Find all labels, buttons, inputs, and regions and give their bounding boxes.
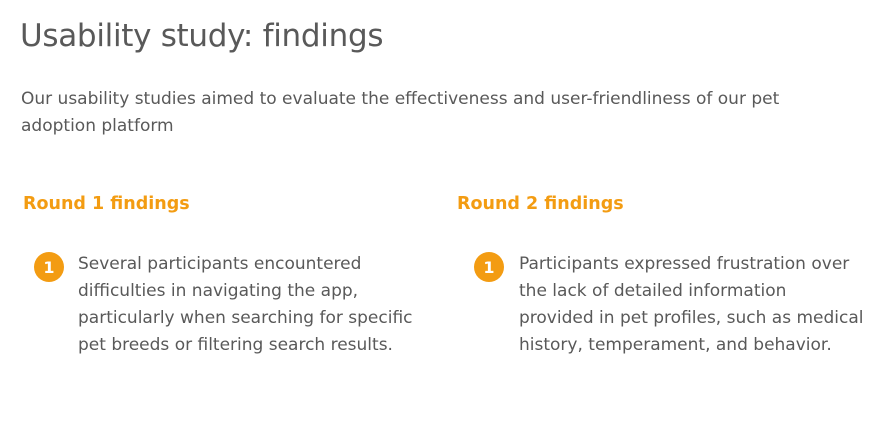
number-badge: 1 bbox=[34, 252, 64, 282]
round-2-heading: Round 2 findings bbox=[457, 194, 624, 214]
round-1-heading: Round 1 findings bbox=[23, 194, 190, 214]
page-title: Usability study: findings bbox=[20, 18, 384, 54]
round-1-finding-1: 1 Several participants encountered diffi… bbox=[34, 252, 423, 360]
finding-text: Several participants encountered difficu… bbox=[78, 254, 413, 355]
intro-text: Our usability studies aimed to evaluate … bbox=[21, 89, 780, 136]
finding-text: Participants expressed frustration over … bbox=[519, 254, 864, 355]
round-2-finding-1: 1 Participants expressed frustration ove… bbox=[474, 252, 864, 360]
number-badge: 1 bbox=[474, 252, 504, 282]
